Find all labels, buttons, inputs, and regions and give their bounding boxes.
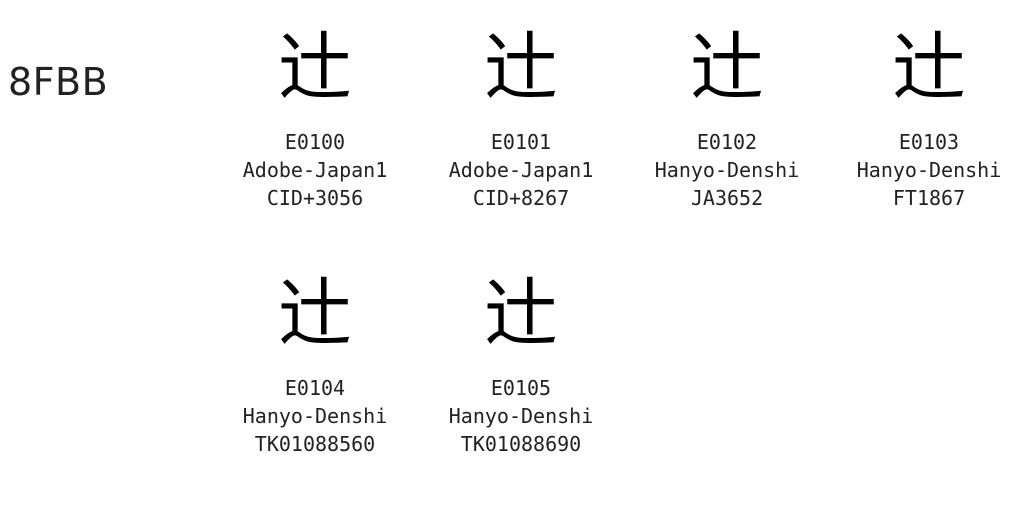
variant-selector: E0102	[696, 130, 758, 154]
variant-selector: E0103	[898, 130, 960, 154]
variant-collection: Adobe-Japan1	[448, 158, 594, 182]
variant-id: TK01088690	[460, 432, 582, 456]
glyph-e0105: 辻	[484, 271, 558, 357]
variant-collection: Adobe-Japan1	[242, 158, 388, 182]
glyph-e0104: 辻	[278, 271, 352, 357]
glyph-e0102: 辻	[690, 25, 764, 111]
variant-id: JA3652	[690, 186, 764, 210]
variant-selector: E0105	[490, 376, 552, 400]
variant-cell-e0101: 辻 E0101 Adobe-Japan1 CID+8267	[426, 26, 616, 212]
glyph-e0100: 辻	[278, 25, 352, 111]
variant-cell-e0105: 辻 E0105 Hanyo-Denshi TK01088690	[426, 272, 616, 458]
variant-selector: E0100	[284, 130, 346, 154]
variant-selector: E0101	[490, 130, 552, 154]
variant-id: CID+8267	[472, 186, 570, 210]
variant-collection: Hanyo-Denshi	[856, 158, 1002, 182]
variant-selector: E0104	[284, 376, 346, 400]
variant-cell-e0104: 辻 E0104 Hanyo-Denshi TK01088560	[220, 272, 410, 458]
variant-cell-e0103: 辻 E0103 Hanyo-Denshi FT1867	[834, 26, 1024, 212]
variant-id: TK01088560	[254, 432, 376, 456]
variant-collection: Hanyo-Denshi	[448, 404, 594, 428]
variant-collection: Hanyo-Denshi	[654, 158, 800, 182]
codepoint-heading: 8FBB	[8, 60, 109, 104]
variant-id: CID+3056	[266, 186, 364, 210]
glyph-e0103: 辻	[892, 25, 966, 111]
glyph-e0101: 辻	[484, 25, 558, 111]
variant-cell-e0100: 辻 E0100 Adobe-Japan1 CID+3056	[220, 26, 410, 212]
variant-id: FT1867	[892, 186, 966, 210]
variant-cell-e0102: 辻 E0102 Hanyo-Denshi JA3652	[632, 26, 822, 212]
variant-collection: Hanyo-Denshi	[242, 404, 388, 428]
